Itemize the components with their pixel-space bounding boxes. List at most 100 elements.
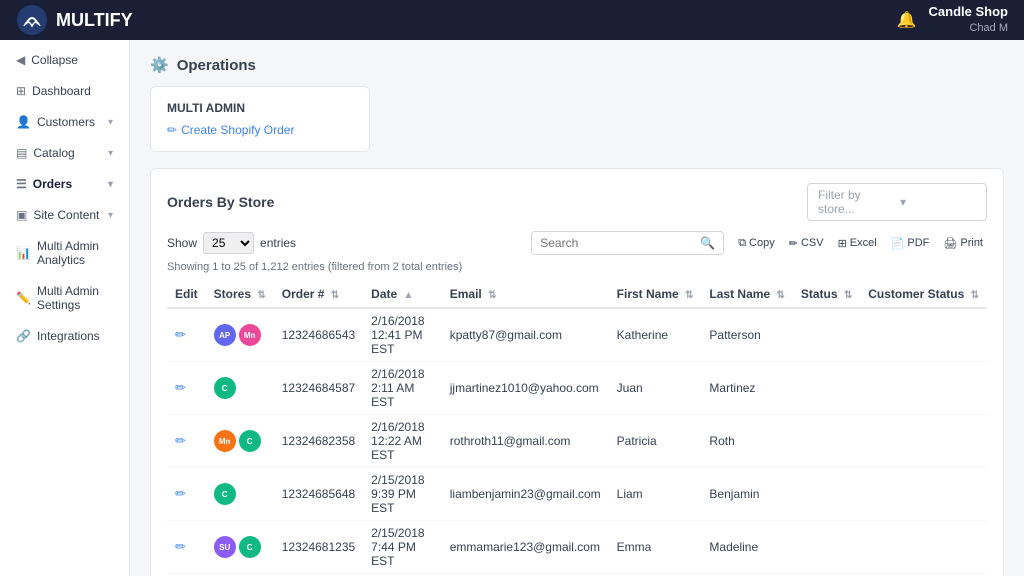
edit-icon[interactable]: ✏ (175, 539, 186, 554)
entries-label: entries (260, 236, 296, 250)
edit-icon[interactable]: ✏ (175, 486, 186, 501)
col-firstname[interactable]: First Name ⇅ (609, 281, 702, 308)
search-export-row: 🔍 ⧉ Copy ✏ CSV ⊞ Excel 📄 PDF 🖨 Print (531, 231, 987, 255)
print-button[interactable]: 🖨 Print (939, 235, 987, 252)
orderNum-cell: 12324686543 (274, 308, 363, 362)
bell-icon[interactable]: 🔔 (897, 10, 917, 30)
settings-icon: ✏️ (16, 291, 31, 305)
store-badge: C (214, 483, 236, 505)
csv-icon: ✏ (789, 237, 798, 250)
sidebar-item-settings[interactable]: ✏️ Multi Admin Settings (4, 276, 125, 320)
copy-button[interactable]: ⧉ Copy (734, 235, 779, 252)
firstName-cell: Juan (609, 362, 702, 415)
gear-icon: ⚙️ (150, 56, 169, 74)
chevron-down-icon: ▾ (108, 117, 113, 128)
analytics-icon: 📊 (16, 246, 31, 260)
orderNum-cell: 12324681235 (274, 521, 363, 574)
custStatus-cell (860, 308, 987, 362)
date-cell: 2/16/2018 2:11 AM EST (363, 362, 442, 415)
lastName-cell: Benjamin (701, 468, 792, 521)
operations-card: MULTI ADMIN ✏ Create Shopify Order (150, 86, 370, 152)
col-email[interactable]: Email ⇅ (442, 281, 609, 308)
store-info: Candle Shop Chad M (929, 4, 1008, 35)
customers-icon: 👤 (16, 115, 31, 129)
search-button[interactable]: 🔍 (692, 232, 723, 254)
create-order-link[interactable]: ✏ Create Shopify Order (167, 123, 353, 137)
top-nav: MULTIFY 🔔 Candle Shop Chad M (0, 0, 1024, 40)
date-cell: 2/15/2018 7:44 PM EST (363, 521, 442, 574)
custStatus-cell (860, 362, 987, 415)
orders-table-header: Orders By Store Filter by store... ▾ (167, 183, 987, 221)
sidebar-item-catalog[interactable]: ▤ Catalog ▾ (4, 138, 125, 168)
sidebar-item-label: Multi Admin Settings (37, 284, 113, 312)
date-cell: 2/15/2018 9:39 PM EST (363, 468, 442, 521)
store-badge: C (239, 430, 261, 452)
custStatus-cell (860, 468, 987, 521)
catalog-icon: ▤ (16, 146, 27, 160)
sidebar-item-label: Collapse (31, 53, 78, 67)
pdf-icon: 📄 (891, 237, 905, 250)
firstName-cell: Patricia (609, 415, 702, 468)
sidebar-item-customers[interactable]: 👤 Customers ▾ (4, 107, 125, 137)
search-box: 🔍 (531, 231, 724, 255)
sidebar-item-analytics[interactable]: 📊 Multi Admin Analytics (4, 231, 125, 275)
integrations-icon: 🔗 (16, 329, 31, 343)
sidebar-item-orders[interactable]: ☰ Orders ▾ (4, 169, 125, 199)
status-cell (793, 362, 860, 415)
dashboard-icon: ⊞ (16, 84, 26, 98)
edit-cell[interactable]: ✏ (167, 308, 206, 362)
col-cust-status[interactable]: Customer Status ⇅ (860, 281, 987, 308)
table-row: ✏APMn123246865432/16/2018 12:41 PM ESTkp… (167, 308, 987, 362)
sidebar-item-collapse[interactable]: ◀ Collapse (4, 45, 125, 75)
store-name: Candle Shop (929, 4, 1008, 21)
operations-title: Operations (177, 57, 256, 74)
edit-icon[interactable]: ✏ (175, 433, 186, 448)
store-badge: C (214, 377, 236, 399)
chevron-down-icon: ▾ (108, 179, 113, 190)
edit-cell[interactable]: ✏ (167, 468, 206, 521)
store-badge: Mn (214, 430, 236, 452)
orderNum-cell: 12324682358 (274, 415, 363, 468)
orders-title: Orders By Store (167, 194, 274, 210)
store-badge: SU (214, 536, 236, 558)
csv-button[interactable]: ✏ CSV (785, 235, 828, 252)
orderNum-cell: 12324685648 (274, 468, 363, 521)
status-cell (793, 415, 860, 468)
edit-icon[interactable]: ✏ (175, 327, 186, 342)
pdf-button[interactable]: 📄 PDF (887, 235, 934, 252)
table-controls: Show 25 50 100 entries 🔍 ⧉ Copy (167, 231, 987, 255)
showing-text: Showing 1 to 25 of 1,212 entries (filter… (167, 261, 987, 273)
entries-select[interactable]: 25 50 100 (203, 232, 254, 254)
custStatus-cell (860, 415, 987, 468)
table-row: ✏SUC123246812352/15/2018 7:44 PM ESTemma… (167, 521, 987, 574)
email-cell: jjmartinez1010@yahoo.com (442, 362, 609, 415)
edit-cell[interactable]: ✏ (167, 521, 206, 574)
store-badge: C (239, 536, 261, 558)
stores-cell: APMn (206, 308, 274, 362)
col-status[interactable]: Status ⇅ (793, 281, 860, 308)
excel-icon: ⊞ (838, 237, 847, 250)
pencil-icon: ✏ (167, 123, 177, 137)
edit-cell[interactable]: ✏ (167, 415, 206, 468)
col-date[interactable]: Date ▲ (363, 281, 442, 308)
filter-store-dropdown[interactable]: Filter by store... ▾ (807, 183, 987, 221)
top-nav-right: 🔔 Candle Shop Chad M (897, 4, 1008, 35)
card-title: MULTI ADMIN (167, 101, 353, 115)
filter-placeholder: Filter by store... (818, 188, 894, 216)
col-order[interactable]: Order # ⇅ (274, 281, 363, 308)
search-input[interactable] (532, 232, 692, 254)
stores-cell: SUC (206, 521, 274, 574)
copy-icon: ⧉ (738, 237, 746, 250)
edit-icon[interactable]: ✏ (175, 380, 186, 395)
excel-button[interactable]: ⊞ Excel (834, 235, 881, 252)
stores-cell: MnC (206, 415, 274, 468)
edit-cell[interactable]: ✏ (167, 362, 206, 415)
col-stores[interactable]: Stores ⇅ (206, 281, 274, 308)
status-cell (793, 521, 860, 574)
chevron-down-icon: ▾ (108, 210, 113, 221)
sidebar-item-site-content[interactable]: ▣ Site Content ▾ (4, 200, 125, 230)
col-lastname[interactable]: Last Name ⇅ (701, 281, 792, 308)
firstName-cell: Liam (609, 468, 702, 521)
sidebar-item-integrations[interactable]: 🔗 Integrations (4, 321, 125, 351)
sidebar-item-dashboard[interactable]: ⊞ Dashboard (4, 76, 125, 106)
